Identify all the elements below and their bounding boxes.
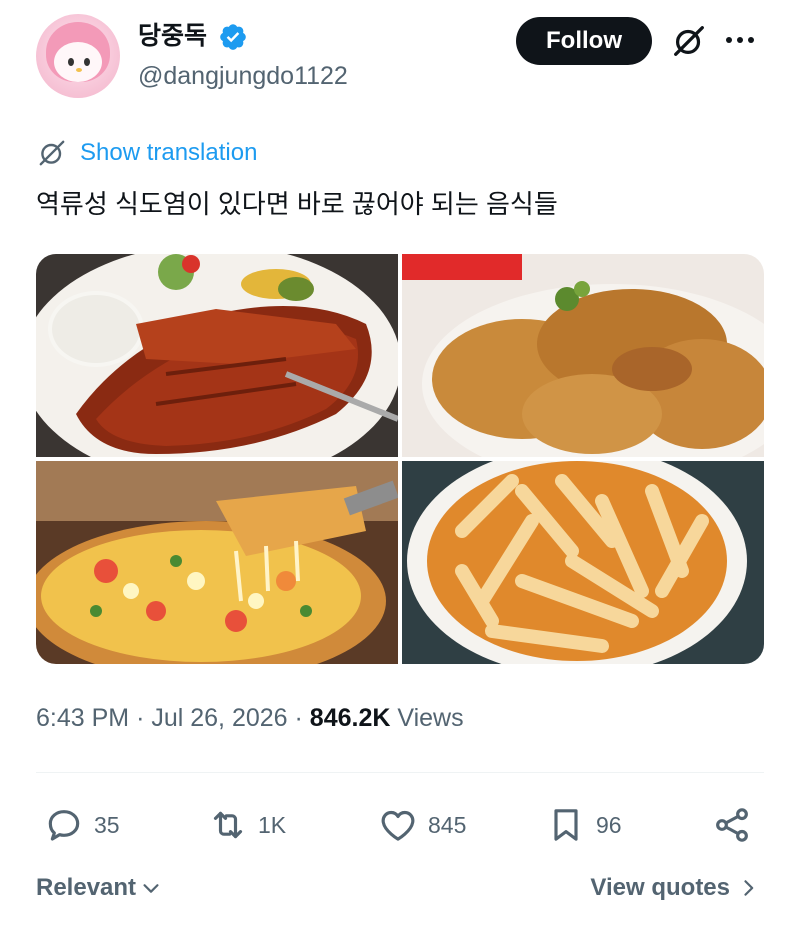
tteokbokki-photo[interactable] (402, 461, 764, 664)
repost-button[interactable]: 1K (208, 800, 286, 850)
bookmark-count: 96 (596, 811, 622, 838)
chevron-right-icon (744, 880, 754, 896)
show-translation[interactable]: Show translation (36, 136, 257, 170)
fried-chicken-photo[interactable] (402, 254, 764, 457)
show-translation-link[interactable]: Show translation (80, 139, 257, 167)
reply-count: 35 (94, 811, 120, 838)
share-icon (716, 808, 748, 842)
grok-icon[interactable] (670, 22, 708, 60)
share-button[interactable] (712, 800, 752, 850)
sort-replies-dropdown[interactable]: Relevant (36, 874, 162, 902)
chevron-down-icon (143, 884, 159, 893)
repost-count: 1K (258, 811, 287, 838)
view-quotes-link[interactable]: View quotes (590, 874, 758, 902)
like-count: 845 (428, 811, 467, 838)
tweet-date[interactable]: Jul 26, 2026 (151, 704, 287, 732)
avatar[interactable] (36, 14, 120, 98)
repost-icon (213, 811, 243, 839)
tweet-time[interactable]: 6:43 PM (36, 704, 129, 732)
meta-separator-2: · (294, 704, 303, 732)
view-quotes-label: View quotes (590, 874, 730, 901)
reply-icon (48, 810, 80, 841)
more-options-icon[interactable] (726, 28, 762, 52)
sort-label: Relevant (36, 874, 137, 901)
views-count: 846.2K (309, 704, 391, 732)
grok-translate-icon (39, 140, 65, 166)
divider (36, 772, 764, 773)
heart-icon (381, 810, 415, 841)
user-handle[interactable]: @dangjungdo1122 (138, 60, 348, 92)
tweet-meta: 6:43 PM · Jul 26, 2026 · 846.2K Views (36, 700, 464, 736)
tweet-text: 역류성 식도염이 있다면 바로 끊어야 되는 음식들 (36, 189, 558, 219)
action-bar: 35 1K 845 96 (36, 800, 764, 850)
follow-button[interactable]: Follow (516, 17, 652, 65)
pork-cutlet-photo[interactable] (36, 254, 398, 457)
meta-separator: · (136, 704, 145, 732)
bookmark-icon (554, 809, 578, 841)
like-button[interactable]: 845 (378, 800, 466, 850)
reply-button[interactable]: 35 (44, 800, 120, 850)
media-grid[interactable] (36, 254, 764, 664)
bookmark-button[interactable]: 96 (546, 800, 622, 850)
pizza-photo[interactable] (36, 461, 398, 664)
display-name[interactable]: 당중독 (138, 20, 207, 52)
views-label: Views (397, 704, 464, 732)
verified-badge-icon (220, 24, 246, 50)
